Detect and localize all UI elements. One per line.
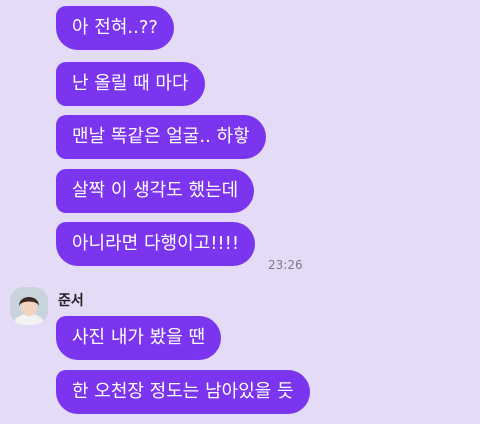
message-bubble[interactable]: 아니라면 다행이고!!!! xyxy=(56,222,256,266)
message-bubble[interactable]: 살짝 이 생각도 했는데 xyxy=(56,169,255,213)
message-bubble[interactable]: 맨날 똑같은 얼굴.. 하핳 xyxy=(56,115,266,159)
sender-name: 준서 xyxy=(58,293,84,309)
chat-view: 아 전혀..?? 난 올릴 때 마다 맨날 똑같은 얼굴.. 하핳 살짝 이 생… xyxy=(0,0,480,424)
message-timestamp: 23:26 xyxy=(268,258,303,272)
profile-photo-icon[interactable] xyxy=(10,287,48,325)
message-bubble[interactable]: 한 오천장 정도는 남아있을 듯 xyxy=(56,370,310,414)
message-bubble[interactable]: 난 올릴 때 마다 xyxy=(56,62,205,106)
avatar-image xyxy=(10,287,48,325)
message-bubble[interactable]: 아 전혀..?? xyxy=(56,6,174,50)
message-bubble[interactable]: 사진 내가 봤을 땐 xyxy=(56,316,222,360)
